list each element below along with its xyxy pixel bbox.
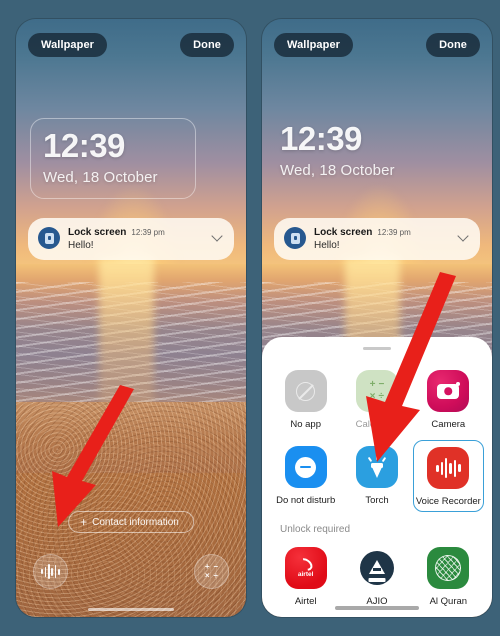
calculator-icon: + − × ÷	[204, 562, 219, 580]
clock-time: 12:39	[280, 120, 362, 157]
ajio-icon	[355, 547, 398, 589]
lock-icon	[38, 227, 60, 249]
notification-title: Lock screen	[68, 227, 127, 238]
contact-information-label: Contact information	[92, 516, 179, 528]
locked-app-grid: airtel Airtel AJIO Al Quran	[262, 537, 492, 611]
waveform-icon	[41, 564, 60, 580]
home-indicator	[335, 606, 419, 610]
clock-widget[interactable]: 12:39 Wed, 18 October	[280, 122, 440, 179]
app-label: Do not disturb	[276, 495, 336, 506]
app-label: Al Quran	[429, 596, 468, 607]
notification-card[interactable]: Lock screen 12:39 pm Hello!	[28, 218, 234, 260]
app-label: Camera	[431, 419, 466, 430]
waveform-icon	[427, 447, 470, 489]
clock-widget[interactable]: 12:39 Wed, 18 October	[30, 118, 196, 199]
lock-icon	[284, 227, 306, 249]
done-button[interactable]: Done	[180, 33, 234, 57]
app-cell-torch[interactable]: Torch	[341, 440, 412, 512]
torch-icon	[355, 446, 398, 488]
plus-icon: +	[80, 515, 88, 529]
app-cell-voice-recorder[interactable]: Voice Recorder	[412, 440, 484, 512]
clock-time: 12:39	[43, 127, 125, 164]
notification-body: Lock screen 12:39 pm Hello!	[314, 227, 450, 251]
app-cell-do-not-disturb[interactable]: Do not disturb	[270, 440, 341, 512]
app-label: Torch	[365, 495, 389, 506]
phone-left-lock-screen-editor: Wallpaper Done 12:39 Wed, 18 October Loc…	[16, 19, 246, 617]
app-cell-no-app[interactable]: No app	[270, 364, 341, 434]
calculator-icon: + − × ÷	[355, 370, 398, 412]
app-picker-sheet: No app + − × ÷ Calculator Camera Do not …	[262, 337, 492, 617]
done-button[interactable]: Done	[426, 33, 480, 57]
app-label: Calculator	[355, 419, 399, 430]
no-app-icon	[284, 370, 327, 412]
wallpaper-button[interactable]: Wallpaper	[274, 33, 354, 57]
notification-card[interactable]: Lock screen 12:39 pm Hello!	[274, 218, 480, 260]
notification-text: Hello!	[68, 240, 94, 251]
app-cell-calculator[interactable]: + − × ÷ Calculator	[341, 364, 412, 434]
app-label: Voice Recorder	[415, 496, 481, 507]
chevron-down-icon[interactable]	[458, 230, 470, 242]
al-quran-icon	[427, 547, 470, 589]
top-bar: Wallpaper Done	[274, 33, 480, 57]
camera-icon	[427, 370, 470, 412]
notification-title: Lock screen	[314, 227, 373, 238]
chevron-down-icon[interactable]	[212, 230, 224, 242]
contact-information-chip[interactable]: + Contact information	[68, 511, 194, 533]
screenshot-stage: Wallpaper Done 12:39 Wed, 18 October Loc…	[0, 0, 500, 636]
app-cell-ajio[interactable]: AJIO	[341, 541, 412, 611]
notification-time: 12:39 pm	[377, 228, 411, 237]
app-label: No app	[290, 419, 321, 430]
clock-date: Wed, 18 October	[280, 162, 395, 179]
app-cell-camera[interactable]: Camera	[413, 364, 484, 434]
voice-recorder-shortcut[interactable]	[33, 554, 68, 589]
unlock-required-heading: Unlock required	[280, 524, 351, 535]
top-bar: Wallpaper Done	[28, 33, 234, 57]
calculator-shortcut[interactable]: + − × ÷	[194, 554, 229, 589]
do-not-disturb-icon	[284, 446, 327, 488]
app-label: Airtel	[294, 596, 317, 607]
app-grid: No app + − × ÷ Calculator Camera Do not …	[262, 350, 492, 512]
notification-body: Lock screen 12:39 pm Hello!	[68, 227, 204, 251]
wallpaper-button[interactable]: Wallpaper	[28, 33, 108, 57]
clock-date: Wed, 18 October	[43, 169, 158, 186]
app-cell-airtel[interactable]: airtel Airtel	[270, 541, 341, 611]
phone-right-shortcut-picker: Wallpaper Done 12:39 Wed, 18 October Loc…	[262, 19, 492, 617]
notification-time: 12:39 pm	[131, 228, 165, 237]
app-cell-al-quran[interactable]: Al Quran	[413, 541, 484, 611]
airtel-icon: airtel	[284, 547, 327, 589]
home-indicator	[88, 607, 174, 611]
notification-text: Hello!	[314, 240, 340, 251]
